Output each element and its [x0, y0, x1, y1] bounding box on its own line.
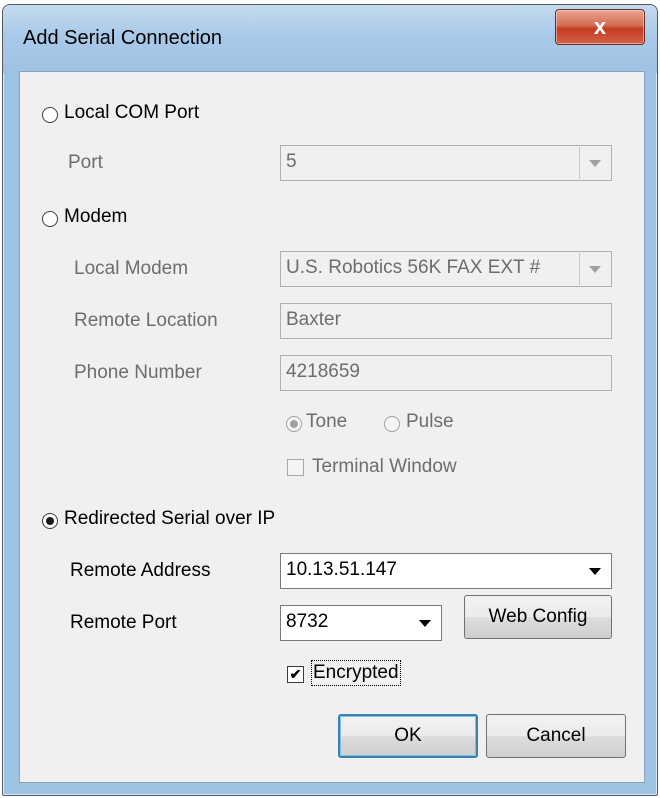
- port-dropdown[interactable]: 5: [280, 145, 612, 181]
- redirected-serial-radio[interactable]: [42, 513, 58, 529]
- tone-label[interactable]: Tone: [306, 411, 347, 433]
- remote-address-value: 10.13.51.147: [286, 559, 397, 580]
- dialog-body: Local COM Port Port 5 Modem Local Modem …: [19, 71, 645, 783]
- local-modem-value: U.S. Robotics 56K FAX EXT #: [286, 257, 541, 278]
- local-modem-label: Local Modem: [74, 258, 189, 279]
- pulse-label[interactable]: Pulse: [406, 411, 454, 433]
- tone-radio[interactable]: [286, 416, 302, 432]
- remote-port-combobox[interactable]: 8732: [280, 605, 442, 641]
- redirected-serial-label[interactable]: Redirected Serial over IP: [64, 508, 275, 530]
- title-bar[interactable]: Add Serial Connection x: [3, 5, 657, 73]
- cancel-button[interactable]: Cancel: [486, 714, 626, 758]
- phone-number-value: 4218659: [286, 361, 360, 382]
- terminal-window-label[interactable]: Terminal Window: [312, 456, 457, 478]
- terminal-window-checkbox[interactable]: [287, 459, 304, 476]
- port-label: Port: [68, 152, 103, 173]
- close-icon: x: [593, 14, 607, 39]
- remote-location-value: Baxter: [286, 309, 341, 330]
- ok-button[interactable]: OK: [338, 714, 478, 758]
- chevron-down-icon[interactable]: [579, 147, 610, 179]
- dialog-title: Add Serial Connection: [23, 27, 223, 49]
- chevron-down-icon[interactable]: [580, 555, 610, 587]
- local-com-port-label[interactable]: Local COM Port: [64, 102, 199, 124]
- chevron-down-icon[interactable]: [579, 253, 610, 285]
- encrypted-checkbox[interactable]: ✔: [287, 666, 304, 683]
- remote-address-combobox[interactable]: 10.13.51.147: [280, 553, 612, 589]
- port-value: 5: [286, 151, 297, 172]
- encrypted-label[interactable]: Encrypted: [311, 660, 401, 686]
- remote-location-label: Remote Location: [74, 310, 218, 331]
- chevron-down-icon[interactable]: [410, 607, 440, 639]
- phone-number-input[interactable]: 4218659: [280, 355, 612, 391]
- checkmark-icon: ✔: [289, 666, 302, 682]
- local-modem-dropdown[interactable]: U.S. Robotics 56K FAX EXT #: [280, 251, 612, 287]
- phone-number-label: Phone Number: [74, 362, 202, 383]
- dialog-window: Add Serial Connection x Local COM Port P…: [2, 4, 658, 796]
- modem-label[interactable]: Modem: [64, 206, 127, 228]
- remote-location-input[interactable]: Baxter: [280, 303, 612, 339]
- local-com-port-radio[interactable]: [42, 107, 58, 123]
- modem-radio[interactable]: [42, 211, 58, 227]
- close-button[interactable]: x: [555, 9, 645, 45]
- remote-port-value: 8732: [286, 611, 329, 632]
- remote-address-label: Remote Address: [70, 560, 211, 581]
- pulse-radio[interactable]: [384, 416, 400, 432]
- remote-port-label: Remote Port: [70, 612, 177, 633]
- web-config-button[interactable]: Web Config: [464, 595, 612, 639]
